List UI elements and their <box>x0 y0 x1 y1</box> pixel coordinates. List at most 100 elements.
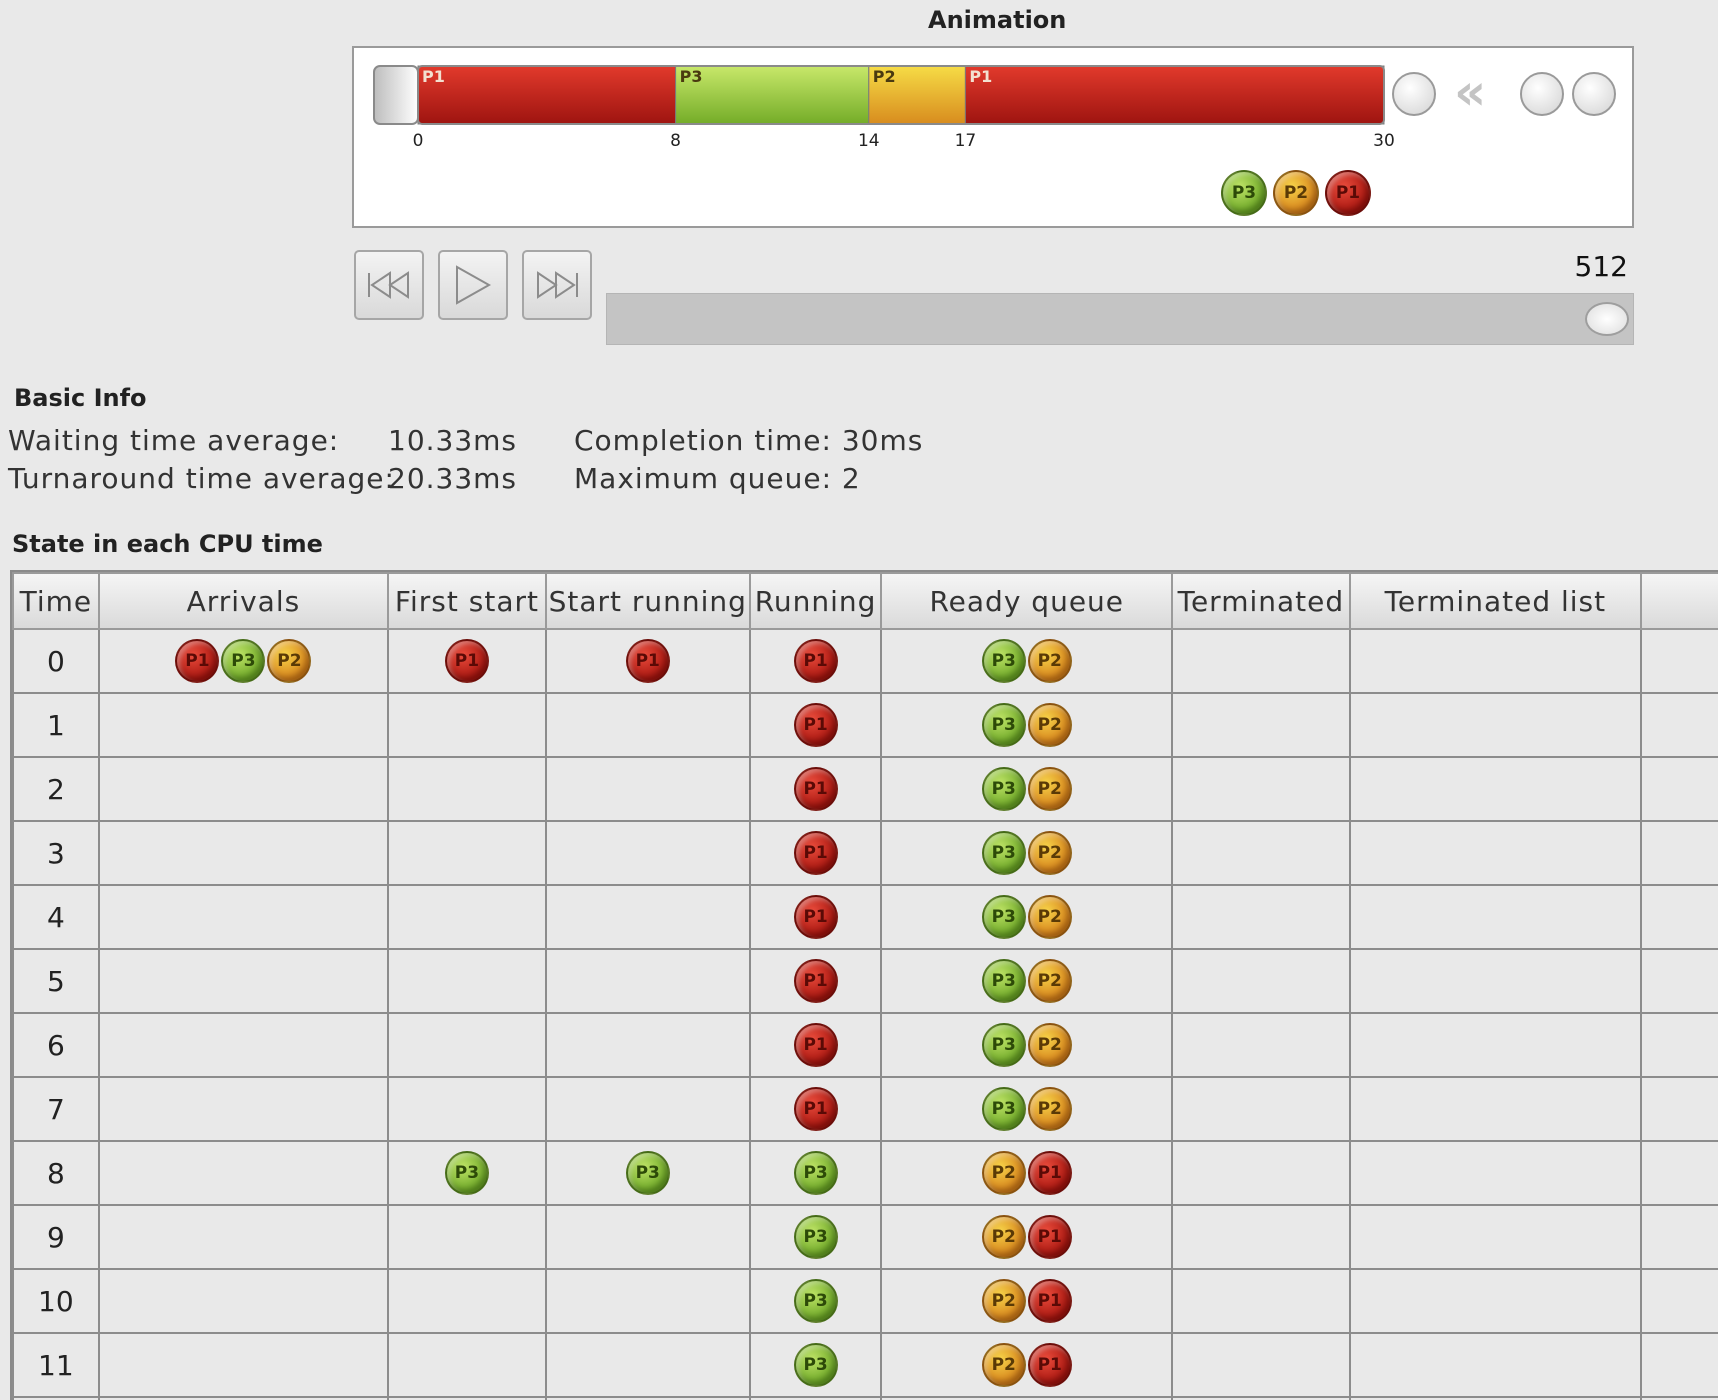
maximum-queue: Maximum queue: 2 <box>574 462 861 495</box>
running-cell: P1 <box>748 756 883 822</box>
arrivals-cell <box>97 756 390 822</box>
speed-slider[interactable] <box>606 293 1634 345</box>
arrivals-cell <box>97 1140 390 1206</box>
rewind-icon[interactable]: « <box>1454 62 1486 122</box>
column-header[interactable]: Ready queue <box>880 572 1173 630</box>
process-ball-p3: P3 <box>793 1279 838 1323</box>
process-ball-p3: P3 <box>981 703 1026 747</box>
extra-cell <box>1639 628 1718 694</box>
terminated-cell <box>1171 1076 1351 1142</box>
gantt-chart: P1 P3 P2 P1 0 8 14 17 30 <box>373 65 1395 151</box>
start-running-cell <box>544 948 751 1014</box>
arrivals-cell <box>97 1012 390 1078</box>
time-cell: 0 <box>12 628 100 694</box>
completion-time: Completion time: 30ms <box>574 424 924 457</box>
process-ball-p3: P3 <box>981 959 1026 1003</box>
gantt-tick-label: 8 <box>670 131 681 151</box>
start-running-cell <box>544 884 751 950</box>
start-running-cell: P3 <box>544 1140 751 1206</box>
process-ball-p3: P3 <box>793 1151 838 1195</box>
process-ball-p1: P1 <box>793 639 838 683</box>
gantt-tick-label: 30 <box>1373 131 1395 151</box>
table-row[interactable]: 2 P1 P3 P2 <box>12 756 1718 822</box>
column-header[interactable]: First start <box>387 572 547 630</box>
gantt-tick-label: 14 <box>858 131 880 151</box>
running-cell: P1 <box>748 1076 883 1142</box>
start-running-cell <box>544 692 751 758</box>
terminated-cell <box>1171 1012 1351 1078</box>
time-cell: 8 <box>12 1140 100 1206</box>
table-row[interactable]: 9 P3 P2 P1 <box>12 1204 1718 1270</box>
gantt-circle-button-2[interactable] <box>1520 72 1564 116</box>
column-header[interactable]: Terminated <box>1171 572 1351 630</box>
table-row[interactable]: 5 P1 P3 P2 <box>12 948 1718 1014</box>
first-start-cell <box>387 884 547 950</box>
speed-slider-thumb[interactable] <box>1585 302 1629 336</box>
table-row[interactable]: 3 P1 P3 P2 <box>12 820 1718 886</box>
process-ball-p1: P1 <box>793 703 838 747</box>
column-header[interactable]: Arrivals <box>97 572 390 630</box>
extra-cell <box>1639 1012 1718 1078</box>
gantt-circle-button-1[interactable] <box>1392 72 1436 116</box>
gantt-segment-label: P2 <box>873 67 896 86</box>
table-row[interactable]: 6 P1 P3 P2 <box>12 1012 1718 1078</box>
skip-to-start-button[interactable] <box>354 250 424 320</box>
play-button[interactable] <box>438 250 508 320</box>
first-start-cell <box>387 1268 547 1334</box>
table-row[interactable]: 8 P3 P3 P3 P2 P1 <box>12 1140 1718 1206</box>
arrivals-cell <box>97 1204 390 1270</box>
process-ball-p3: P3 <box>1221 170 1267 216</box>
column-header[interactable]: Time <box>12 572 100 630</box>
process-ball-p2: P2 <box>981 1343 1026 1387</box>
process-ball-p3: P3 <box>793 1215 838 1259</box>
table-row[interactable]: 7 P1 P3 P2 <box>12 1076 1718 1142</box>
time-cell: 1 <box>12 692 100 758</box>
column-header[interactable]: Running <box>748 572 883 630</box>
time-cell: 5 <box>12 948 100 1014</box>
process-ball-p1: P1 <box>1027 1279 1072 1323</box>
column-header[interactable] <box>1639 572 1718 630</box>
table-row[interactable]: 10 P3 P2 P1 <box>12 1268 1718 1334</box>
arrivals-cell <box>97 884 390 950</box>
terminated-list-cell <box>1348 884 1642 950</box>
process-ball-p2: P2 <box>1027 1023 1072 1067</box>
terminated-cell <box>1171 1268 1351 1334</box>
gantt-tick-label: 0 <box>413 131 424 151</box>
extra-cell <box>1639 1140 1718 1206</box>
extra-cell <box>1639 820 1718 886</box>
running-cell: P1 <box>748 820 883 886</box>
arrivals-cell: P1 P3 P2 <box>97 628 390 694</box>
time-cell: 2 <box>12 756 100 822</box>
process-ball-p3: P3 <box>221 639 266 683</box>
table-row[interactable]: 1 P1 P3 P2 <box>12 692 1718 758</box>
start-running-cell <box>544 1332 751 1398</box>
gantt-circle-button-3[interactable] <box>1572 72 1616 116</box>
terminated-cell <box>1171 1332 1351 1398</box>
terminated-list-cell <box>1348 628 1642 694</box>
ready-cell: P3 P2 <box>880 756 1173 822</box>
extra-cell <box>1639 1204 1718 1270</box>
gantt-segment-label: P1 <box>422 67 445 86</box>
column-header[interactable]: Start running <box>544 572 751 630</box>
terminated-cell <box>1171 1204 1351 1270</box>
turnaround-time-label: Turnaround time average: <box>8 462 395 495</box>
arrivals-cell <box>97 692 390 758</box>
terminated-cell <box>1171 756 1351 822</box>
column-header[interactable]: Terminated list <box>1348 572 1642 630</box>
terminated-list-cell <box>1348 948 1642 1014</box>
first-start-cell <box>387 948 547 1014</box>
terminated-cell <box>1171 820 1351 886</box>
waiting-time-value: 10.33ms <box>388 424 518 457</box>
process-ball-p2: P2 <box>981 1279 1026 1323</box>
skip-to-end-button[interactable] <box>522 250 592 320</box>
running-cell: P1 <box>748 884 883 950</box>
table-row[interactable]: 4 P1 P3 P2 <box>12 884 1718 950</box>
table-row[interactable]: 0 P1 P3 P2 P1 P1 P1 P3 P2 <box>12 628 1718 694</box>
process-ball-p1: P1 <box>625 639 670 683</box>
process-ball-p1: P1 <box>793 831 838 875</box>
process-ball-p1: P1 <box>1027 1151 1072 1195</box>
state-table[interactable]: Time Arrivals First start Start running Runn… <box>10 570 1718 1400</box>
start-running-cell <box>544 1268 751 1334</box>
running-cell: P3 <box>748 1204 883 1270</box>
table-row[interactable]: 11 P3 P2 P1 <box>12 1332 1718 1398</box>
